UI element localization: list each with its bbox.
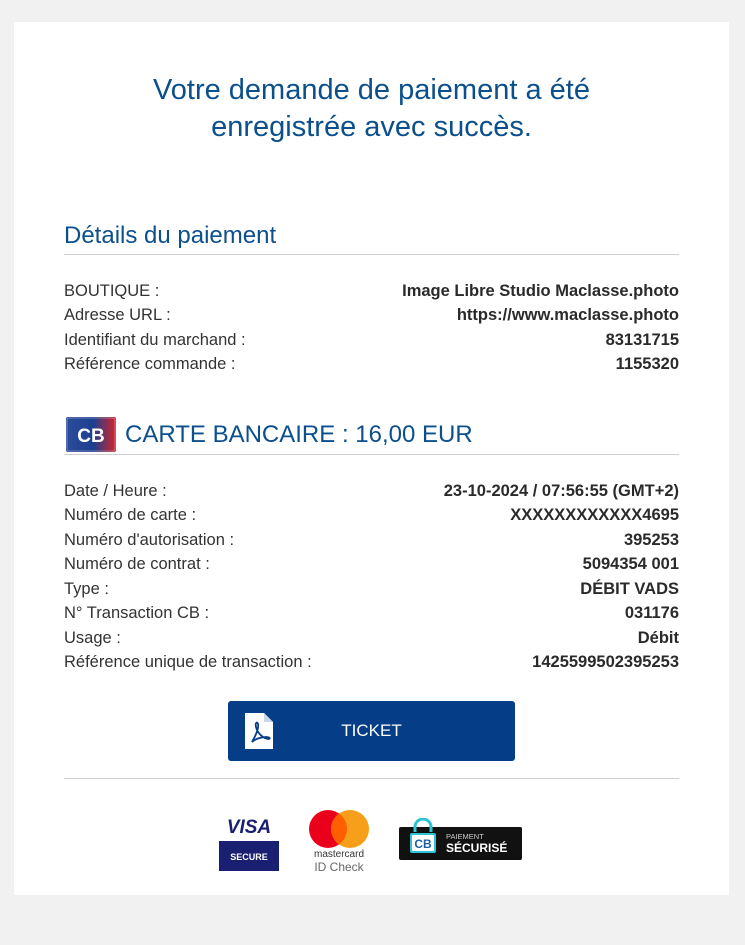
detail-value: Image Libre Studio Maclasse.photo: [402, 281, 679, 300]
mastercard-brand-text: mastercard: [314, 849, 364, 860]
ticket-button[interactable]: TICKET: [228, 701, 515, 761]
detail-value: 5094354 001: [582, 555, 679, 574]
headline-line-1: Votre demande de paiement a été: [153, 74, 590, 106]
card-row-type: Type : DÉBIT VADS: [64, 577, 679, 602]
detail-value: 395253: [623, 530, 679, 549]
ticket-button-label: TICKET: [341, 721, 402, 740]
card-row-card-number: Numéro de carte : XXXXXXXXXXXX4695: [64, 504, 679, 529]
detail-label: Identifiant du marchand :: [64, 330, 246, 349]
headline-line-2: enregistrée avec succès.: [211, 111, 532, 143]
card-details-list: Date / Heure : 23-10-2024 / 07:56:55 (GM…: [64, 479, 679, 675]
detail-value: DÉBIT VADS: [580, 579, 679, 598]
detail-label: N° Transaction CB :: [64, 604, 210, 623]
cb-secure-big-text: SÉCURISÉ: [446, 840, 507, 855]
detail-row-boutique: BOUTIQUE : Image Libre Studio Maclasse.p…: [64, 279, 679, 304]
detail-label: BOUTIQUE :: [64, 281, 160, 300]
divider: [64, 778, 679, 779]
cb-secure-logo-text: CB: [414, 837, 432, 851]
payment-details-list: BOUTIQUE : Image Libre Studio Maclasse.p…: [64, 279, 679, 377]
card-amount-title: CARTE BANCAIRE : 16,00 EUR: [125, 421, 473, 448]
detail-value: 1425599502395253: [532, 653, 679, 672]
payment-confirmation-card: Votre demande de paiement a été enregist…: [14, 22, 729, 895]
card-row-unique-ref: Référence unique de transaction : 142559…: [64, 651, 679, 676]
detail-label: Référence commande :: [64, 355, 236, 374]
card-row-usage: Usage : Débit: [64, 626, 679, 651]
detail-label: Type :: [64, 579, 109, 598]
visa-caption-text: SECURE: [230, 852, 268, 862]
cb-secure-payment-logo-icon: CB PAIEMENT SÉCURISÉ: [399, 818, 522, 860]
confirmation-headline: Votre demande de paiement a été enregist…: [14, 72, 729, 146]
detail-value: 23-10-2024 / 07:56:55 (GMT+2): [443, 481, 679, 500]
detail-value: 031176: [624, 604, 679, 623]
detail-label: Référence unique de transaction :: [64, 653, 312, 672]
divider: [64, 254, 679, 255]
payment-details-title: Détails du paiement: [64, 222, 277, 249]
card-row-authorization: Numéro d'autorisation : 395253: [64, 528, 679, 553]
card-row-contract: Numéro de contrat : 5094354 001: [64, 553, 679, 578]
detail-value: 83131715: [605, 330, 679, 349]
visa-secure-logo-icon: VISA SECURE: [219, 817, 279, 871]
detail-value: 1155320: [615, 355, 679, 374]
cb-card-logo-icon: CB: [66, 417, 116, 452]
detail-row-url: Adresse URL : https://www.maclasse.photo: [64, 304, 679, 329]
visa-brand-text: VISA: [227, 817, 271, 838]
detail-label: Adresse URL :: [64, 306, 171, 325]
detail-label: Date / Heure :: [64, 481, 167, 500]
cb-logo-text: CB: [77, 426, 104, 447]
detail-label: Numéro de contrat :: [64, 555, 210, 574]
card-row-datetime: Date / Heure : 23-10-2024 / 07:56:55 (GM…: [64, 479, 679, 504]
mastercard-caption-text: ID Check: [314, 860, 364, 874]
mastercard-id-check-logo-icon: mastercard ID Check: [309, 810, 369, 874]
card-row-transaction-cb: N° Transaction CB : 031176: [64, 602, 679, 627]
detail-row-merchant-id: Identifiant du marchand : 83131715: [64, 328, 679, 353]
detail-row-order-ref: Référence commande : 1155320: [64, 353, 679, 378]
detail-label: Usage :: [64, 628, 121, 647]
cb-secure-small-text: PAIEMENT: [446, 832, 484, 841]
detail-label: Numéro de carte :: [64, 506, 197, 525]
detail-value: https://www.maclasse.photo: [456, 306, 679, 325]
detail-label: Numéro d'autorisation :: [64, 530, 235, 549]
detail-value: XXXXXXXXXXXX4695: [510, 506, 679, 525]
divider: [64, 454, 679, 455]
detail-value: Débit: [637, 628, 679, 647]
